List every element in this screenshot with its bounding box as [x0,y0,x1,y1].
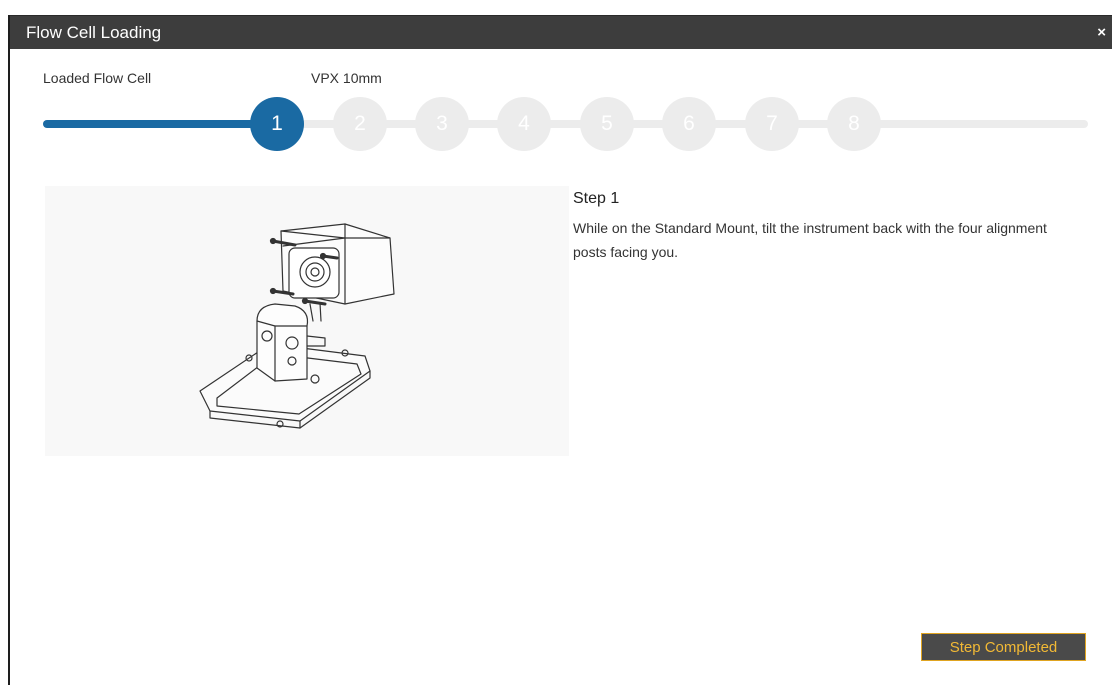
close-icon[interactable]: × [1097,24,1106,42]
step-title: Step 1 [573,190,620,207]
step-indicator-3[interactable]: 3 [415,97,469,151]
step-description: While on the Standard Mount, tilt the in… [573,220,1047,260]
step-illustration [45,186,569,456]
step-indicator-2[interactable]: 2 [333,97,387,151]
progress-fill [43,120,283,128]
step-indicator-1[interactable]: 1 [250,97,304,151]
loaded-flow-cell-label: Loaded Flow Cell [43,70,152,86]
instrument-mount-icon [199,223,395,429]
step-completed-button[interactable]: Step Completed [921,633,1086,661]
step-indicator-6[interactable]: 6 [662,97,716,151]
step-indicator-7[interactable]: 7 [745,97,799,151]
flow-cell-loading-dialog: Flow Cell Loading × Loaded Flow Cell VPX… [8,15,1112,685]
step-indicator-8[interactable]: 8 [827,97,881,151]
step-indicator-4[interactable]: 4 [497,97,551,151]
flow-cell-type-label: VPX 10mm [311,70,382,86]
step-indicator-5[interactable]: 5 [580,97,634,151]
dialog-title: Flow Cell Loading [26,23,162,42]
dialog-titlebar: Flow Cell Loading × [10,15,1112,49]
